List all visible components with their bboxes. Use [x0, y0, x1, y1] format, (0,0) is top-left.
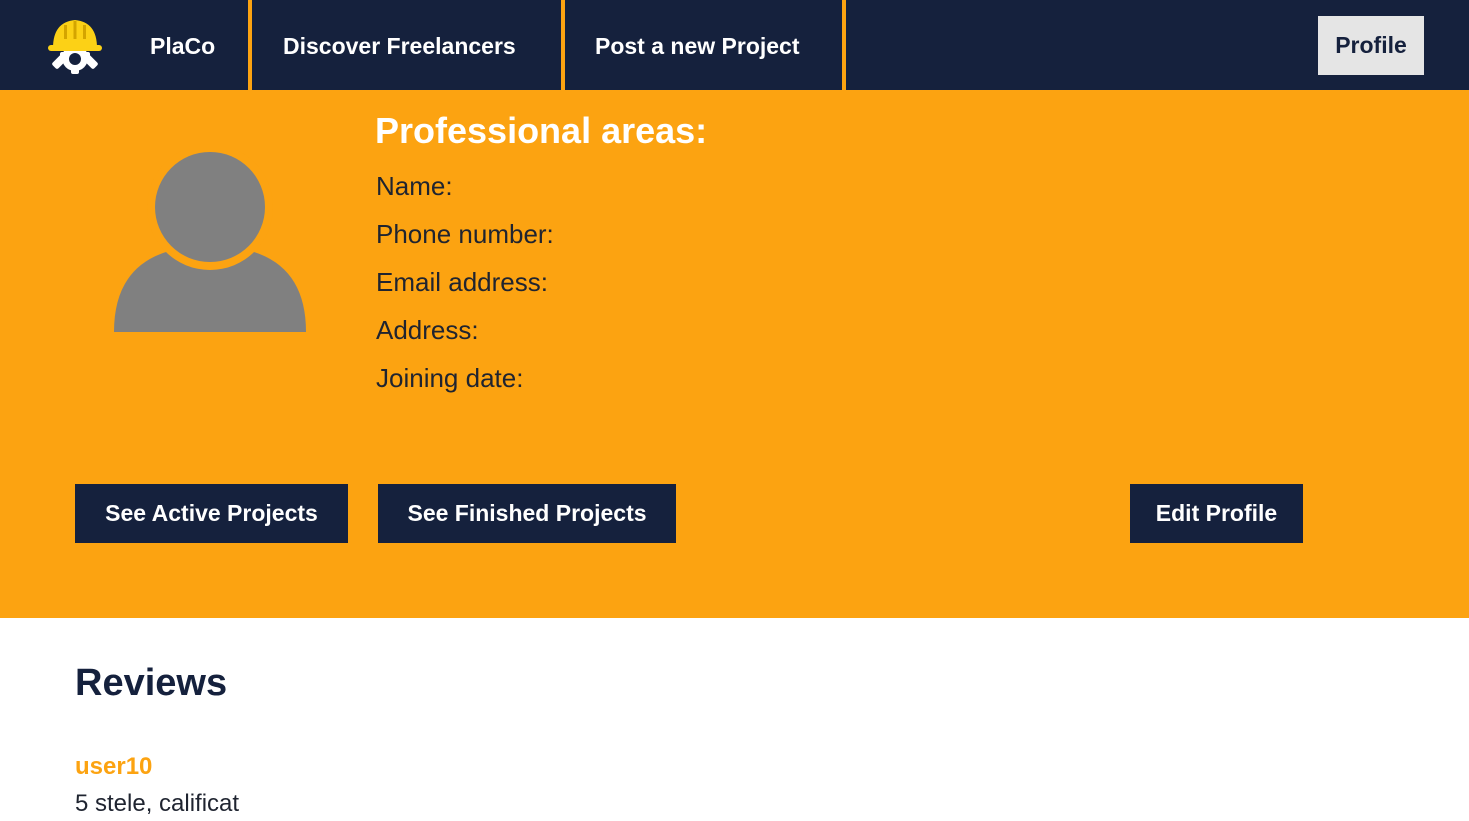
- edit-profile-button[interactable]: Edit Profile: [1130, 484, 1303, 543]
- address-label: Address:: [376, 315, 479, 345]
- profile-hero: Professional areas: Name: Phone number: …: [0, 90, 1469, 618]
- see-finished-projects-button[interactable]: See Finished Projects: [378, 484, 676, 543]
- profile-button[interactable]: Profile: [1318, 16, 1424, 75]
- email-label: Email address:: [376, 267, 548, 297]
- hardhat-gear-logo-icon[interactable]: [44, 14, 106, 76]
- reviews-heading: Reviews: [75, 662, 228, 704]
- nav-discover-freelancers[interactable]: Discover Freelancers: [283, 0, 516, 90]
- nav-separator: [561, 0, 565, 90]
- user-silhouette-icon: [113, 144, 307, 334]
- name-label: Name:: [376, 171, 453, 201]
- nav-separator: [248, 0, 252, 90]
- professional-areas-title: Professional areas:: [375, 110, 708, 151]
- joining-date-label: Joining date:: [376, 363, 524, 393]
- see-active-projects-button[interactable]: See Active Projects: [75, 484, 348, 543]
- top-navbar: PlaCo Discover Freelancers Post a new Pr…: [0, 0, 1469, 90]
- review-text: 5 stele, calificat: [75, 790, 240, 817]
- brand-name[interactable]: PlaCo: [150, 0, 215, 90]
- nav-separator: [842, 0, 846, 90]
- phone-label: Phone number:: [376, 219, 554, 249]
- review-author[interactable]: user10: [75, 753, 152, 781]
- nav-post-project[interactable]: Post a new Project: [595, 0, 800, 90]
